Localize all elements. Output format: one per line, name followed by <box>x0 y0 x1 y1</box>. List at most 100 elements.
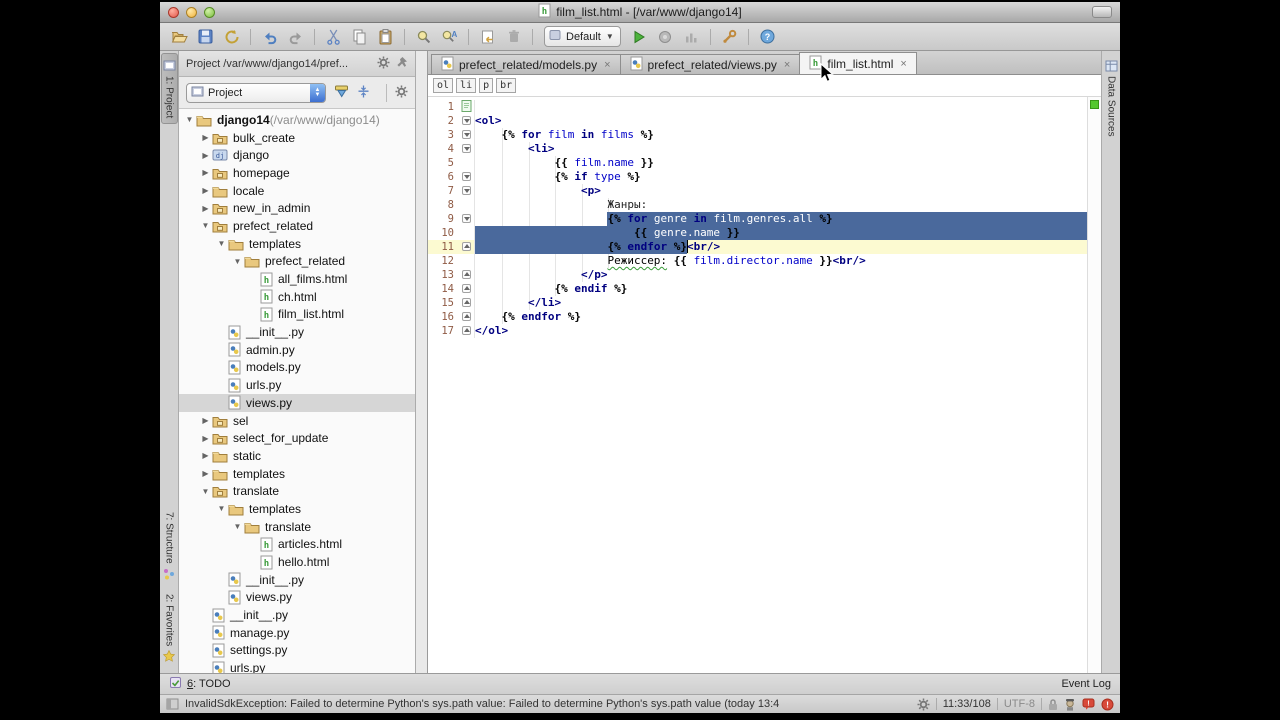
tab-close-icon[interactable]: × <box>604 59 610 71</box>
tree-item-__init__.py[interactable]: __init__.py <box>179 571 415 589</box>
fold-open-icon[interactable] <box>462 130 471 139</box>
fold-open-icon[interactable] <box>462 144 471 153</box>
tree-closed-arrow-icon[interactable]: ▶ <box>199 451 212 460</box>
tab-close-icon[interactable]: × <box>900 58 906 70</box>
tool-window-toggle-icon[interactable] <box>166 698 179 710</box>
tree-closed-arrow-icon[interactable]: ▶ <box>199 186 212 195</box>
open-button[interactable] <box>168 25 191 48</box>
tree-item-admin.py[interactable]: admin.py <box>179 341 415 359</box>
fold-close-icon[interactable] <box>462 312 471 321</box>
fold-open-icon[interactable] <box>462 172 471 181</box>
tree-open-arrow-icon[interactable]: ▼ <box>199 487 212 496</box>
tree-item-translate[interactable]: ▼ translate <box>179 518 415 536</box>
tree-item-manage.py[interactable]: manage.py <box>179 624 415 642</box>
undo-button[interactable] <box>258 25 281 48</box>
tree-item-hello.html[interactable]: h hello.html <box>179 553 415 571</box>
tree-closed-arrow-icon[interactable]: ▶ <box>199 151 212 160</box>
panel-splitter[interactable] <box>415 51 428 673</box>
breadcrumb-li[interactable]: li <box>456 78 477 93</box>
tab-prefect_related/models.py[interactable]: prefect_related/models.py × <box>431 54 621 74</box>
tree-closed-arrow-icon[interactable]: ▶ <box>199 204 212 213</box>
tree-item-templates[interactable]: ▼ templates <box>179 500 415 518</box>
tree-open-arrow-icon[interactable]: ▼ <box>231 522 244 531</box>
tree-open-arrow-icon[interactable]: ▼ <box>183 115 196 124</box>
tree-item-__init__.py[interactable]: __init__.py <box>179 323 415 341</box>
project-tree[interactable]: ▼ django14 (/var/www/django14) ▶ bulk_creat… <box>179 109 415 673</box>
tree-item-views.py[interactable]: views.py <box>179 394 415 412</box>
save-button[interactable] <box>194 25 217 48</box>
tree-item-django[interactable]: ▶ dj django <box>179 146 415 164</box>
cut-button[interactable] <box>322 25 345 48</box>
panel-pin-icon[interactable] <box>396 56 408 71</box>
tree-item-views.py[interactable]: views.py <box>179 589 415 607</box>
pkg-button[interactable] <box>654 25 677 48</box>
file-encoding[interactable]: UTF-8 <box>1004 698 1035 710</box>
status-message[interactable]: InvalidSdkException: Failed to determine… <box>185 698 911 710</box>
tree-item-all_films.html[interactable]: h all_films.html <box>179 270 415 288</box>
tree-item-models.py[interactable]: models.py <box>179 359 415 377</box>
caret-position[interactable]: 11:33/108 <box>943 698 991 710</box>
copy-button[interactable] <box>348 25 371 48</box>
breadcrumb-p[interactable]: p <box>479 78 494 93</box>
tab-prefect_related/views.py[interactable]: prefect_related/views.py × <box>619 54 801 74</box>
redo-button[interactable] <box>284 25 307 48</box>
tree-item-bulk_create[interactable]: ▶ bulk_create <box>179 129 415 147</box>
tree-closed-arrow-icon[interactable]: ▶ <box>199 434 212 443</box>
tree-closed-arrow-icon[interactable]: ▶ <box>199 469 212 478</box>
tool-button-structure[interactable]: 7: Structure <box>162 507 176 585</box>
tab-film_list.html[interactable]: h film_list.html × <box>799 52 917 74</box>
tree-item-select_for_update[interactable]: ▶ select_for_update <box>179 429 415 447</box>
tree-item-templates[interactable]: ▶ templates <box>179 465 415 483</box>
fold-open-icon[interactable] <box>462 214 471 223</box>
tree-item-django14[interactable]: ▼ django14 (/var/www/django14) <box>179 111 415 129</box>
fold-open-icon[interactable] <box>462 186 471 195</box>
tree-item-urls.py[interactable]: urls.py <box>179 659 415 673</box>
tree-item-ch.html[interactable]: h ch.html <box>179 288 415 306</box>
tool-button-project[interactable]: 1: Project <box>160 53 178 125</box>
fold-close-icon[interactable] <box>462 284 471 293</box>
collapse-all-icon[interactable] <box>357 85 370 101</box>
tree-open-arrow-icon[interactable]: ▼ <box>215 239 228 248</box>
tree-item-templates[interactable]: ▼ templates <box>179 235 415 253</box>
wrench-button[interactable] <box>718 25 741 48</box>
paste-button[interactable] <box>374 25 397 48</box>
find-button[interactable] <box>412 25 435 48</box>
error-notification-icon[interactable]: ! <box>1101 698 1114 711</box>
tree-item-homepage[interactable]: ▶ homepage <box>179 164 415 182</box>
readonly-lock-icon[interactable] <box>1048 698 1058 711</box>
project-view-selector[interactable]: Project ▲ ▼ <box>186 82 326 103</box>
tree-item-new_in_admin[interactable]: ▶ new_in_admin <box>179 199 415 217</box>
tree-open-arrow-icon[interactable]: ▼ <box>215 504 228 513</box>
tree-item-film_list.html[interactable]: h film_list.html <box>179 306 415 324</box>
combo-stepper-icon[interactable]: ▲ ▼ <box>310 83 325 102</box>
tree-open-arrow-icon[interactable]: ▼ <box>199 221 212 230</box>
tree-closed-arrow-icon[interactable]: ▶ <box>199 168 212 177</box>
notification-bubble-icon[interactable]: ! <box>1082 698 1095 711</box>
close-window-button[interactable] <box>168 6 179 18</box>
breadcrumb-ol[interactable]: ol <box>433 78 454 93</box>
sync-button[interactable] <box>220 25 243 48</box>
cov-button[interactable] <box>680 25 703 48</box>
view-options-gear-icon[interactable] <box>395 85 408 101</box>
fold-close-icon[interactable] <box>462 326 471 335</box>
minimize-window-button[interactable] <box>186 6 197 18</box>
tool-button-favorites[interactable]: 2: Favorites <box>162 589 176 667</box>
tree-item-urls.py[interactable]: urls.py <box>179 376 415 394</box>
fold-close-icon[interactable] <box>462 298 471 307</box>
minimize-box-icon[interactable] <box>1092 6 1112 18</box>
background-task-gear-icon[interactable] <box>917 698 930 711</box>
tree-item-prefect_related[interactable]: ▼ prefect_related <box>179 253 415 271</box>
tree-open-arrow-icon[interactable]: ▼ <box>231 257 244 266</box>
tree-item-locale[interactable]: ▶ locale <box>179 182 415 200</box>
highlighting-level-icon[interactable] <box>1064 698 1076 711</box>
code-editor[interactable]: 1 2 <ol> 3 {% for film in films %} 4 <li> 5 {… <box>428 97 1087 673</box>
tree-item-settings.py[interactable]: settings.py <box>179 642 415 660</box>
help-button[interactable]: ? <box>756 25 779 48</box>
tree-item-translate[interactable]: ▼ translate <box>179 482 415 500</box>
breadcrumb-br[interactable]: br <box>496 78 517 93</box>
event-log-button[interactable]: Event Log <box>1061 678 1111 690</box>
fold-close-icon[interactable] <box>462 270 471 279</box>
zoom-window-button[interactable] <box>204 6 215 18</box>
fold-close-icon[interactable] <box>462 242 471 251</box>
commit-button[interactable] <box>476 25 499 48</box>
